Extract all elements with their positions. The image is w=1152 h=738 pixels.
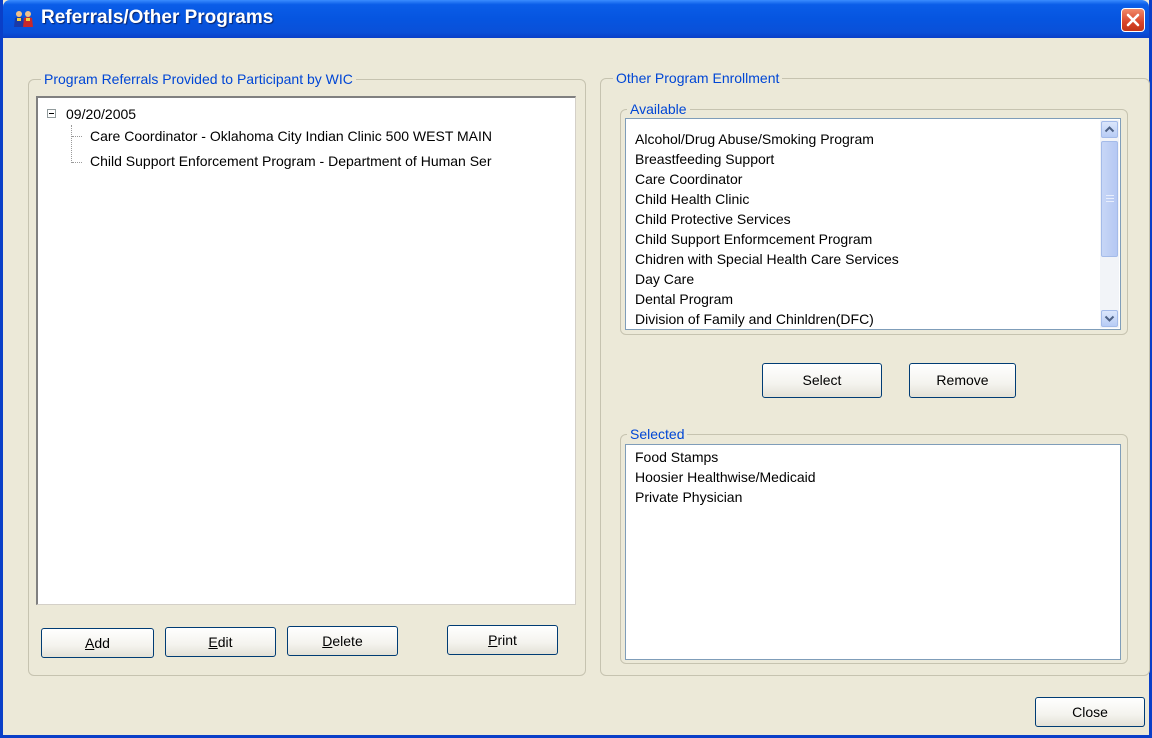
scroll-down-button[interactable]: [1101, 310, 1118, 327]
selected-group: Selected Food Stamps Hoosier Healthwise/…: [620, 426, 1128, 664]
add-label: dd: [94, 635, 110, 651]
close-button[interactable]: Close: [1035, 697, 1145, 727]
selected-item[interactable]: Food Stamps: [635, 449, 718, 465]
available-item[interactable]: Child Health Clinic: [635, 191, 749, 207]
edit-button[interactable]: Edit: [165, 627, 276, 657]
select-button[interactable]: Select: [762, 363, 882, 398]
edit-label: dit: [217, 634, 233, 650]
available-item[interactable]: Care Coordinator: [635, 171, 742, 187]
delete-button[interactable]: Delete: [287, 626, 398, 656]
referrals-tree[interactable]: 09/20/2005 Care Coordinator - Oklahoma C…: [36, 96, 576, 605]
scroll-up-button[interactable]: [1101, 121, 1118, 138]
selected-item[interactable]: Hoosier Healthwise/Medicaid: [635, 469, 816, 485]
collapse-minus-icon[interactable]: [47, 109, 56, 118]
scroll-grip: [1106, 195, 1114, 196]
chevron-up-icon: [1104, 126, 1115, 133]
scroll-thumb[interactable]: [1101, 141, 1118, 257]
tree-connector: [71, 125, 72, 163]
tree-connector: [72, 136, 82, 137]
add-button[interactable]: Add: [41, 628, 154, 658]
delete-mnemonic: D: [322, 633, 333, 649]
available-item[interactable]: Chidren with Special Health Care Service…: [635, 251, 899, 267]
print-label: rint: [497, 632, 517, 648]
available-item[interactable]: Alcohol/Drug Abuse/Smoking Program: [635, 131, 874, 147]
available-item[interactable]: Day Care: [635, 271, 694, 287]
scroll-grip: [1106, 201, 1114, 202]
window-title: Referrals/Other Programs: [41, 7, 274, 28]
available-scrollbar[interactable]: [1100, 120, 1119, 328]
tree-node-referral[interactable]: Child Support Enforcement Program - Depa…: [90, 153, 492, 169]
remove-button[interactable]: Remove: [909, 363, 1016, 398]
add-mnemonic: A: [85, 635, 95, 651]
available-item[interactable]: Dental Program: [635, 291, 733, 307]
available-item[interactable]: Division of Family and Chinldren(DFC): [635, 311, 874, 327]
enrollment-group-title: Other Program Enrollment: [613, 70, 783, 86]
available-item[interactable]: Breastfeeding Support: [635, 151, 774, 167]
available-item[interactable]: Child Support Enformcement Program: [635, 231, 872, 247]
edit-mnemonic: E: [208, 634, 218, 650]
chevron-down-icon: [1104, 315, 1115, 322]
scroll-grip: [1106, 198, 1114, 199]
window-close-button[interactable]: [1121, 8, 1145, 32]
delete-label: elete: [332, 633, 363, 649]
enrollment-group: Other Program Enrollment Available Alcoh…: [600, 70, 1150, 676]
selected-group-title: Selected: [627, 426, 688, 442]
available-item[interactable]: Child Protective Services: [635, 211, 791, 227]
available-group-title: Available: [627, 101, 690, 117]
selected-item[interactable]: Private Physician: [635, 489, 742, 505]
available-list[interactable]: Alcohol/Drug Abuse/Smoking Program Breas…: [625, 118, 1121, 330]
tree-node-referral[interactable]: Care Coordinator - Oklahoma City Indian …: [90, 128, 492, 144]
title-bar[interactable]: Referrals/Other Programs: [3, 0, 1149, 38]
people-icon: [13, 10, 35, 28]
tree-node-date[interactable]: 09/20/2005: [66, 106, 136, 122]
tree-connector: [72, 162, 82, 163]
close-icon: [1126, 13, 1140, 27]
selected-list[interactable]: Food Stamps Hoosier Healthwise/Medicaid …: [625, 444, 1121, 660]
referrals-group: Program Referrals Provided to Participan…: [28, 71, 586, 676]
referrals-window: Referrals/Other Programs Program Referra…: [0, 0, 1152, 738]
print-button[interactable]: Print: [447, 625, 558, 655]
available-group: Available Alcohol/Drug Abuse/Smoking Pro…: [620, 101, 1128, 335]
referrals-group-title: Program Referrals Provided to Participan…: [41, 71, 356, 87]
